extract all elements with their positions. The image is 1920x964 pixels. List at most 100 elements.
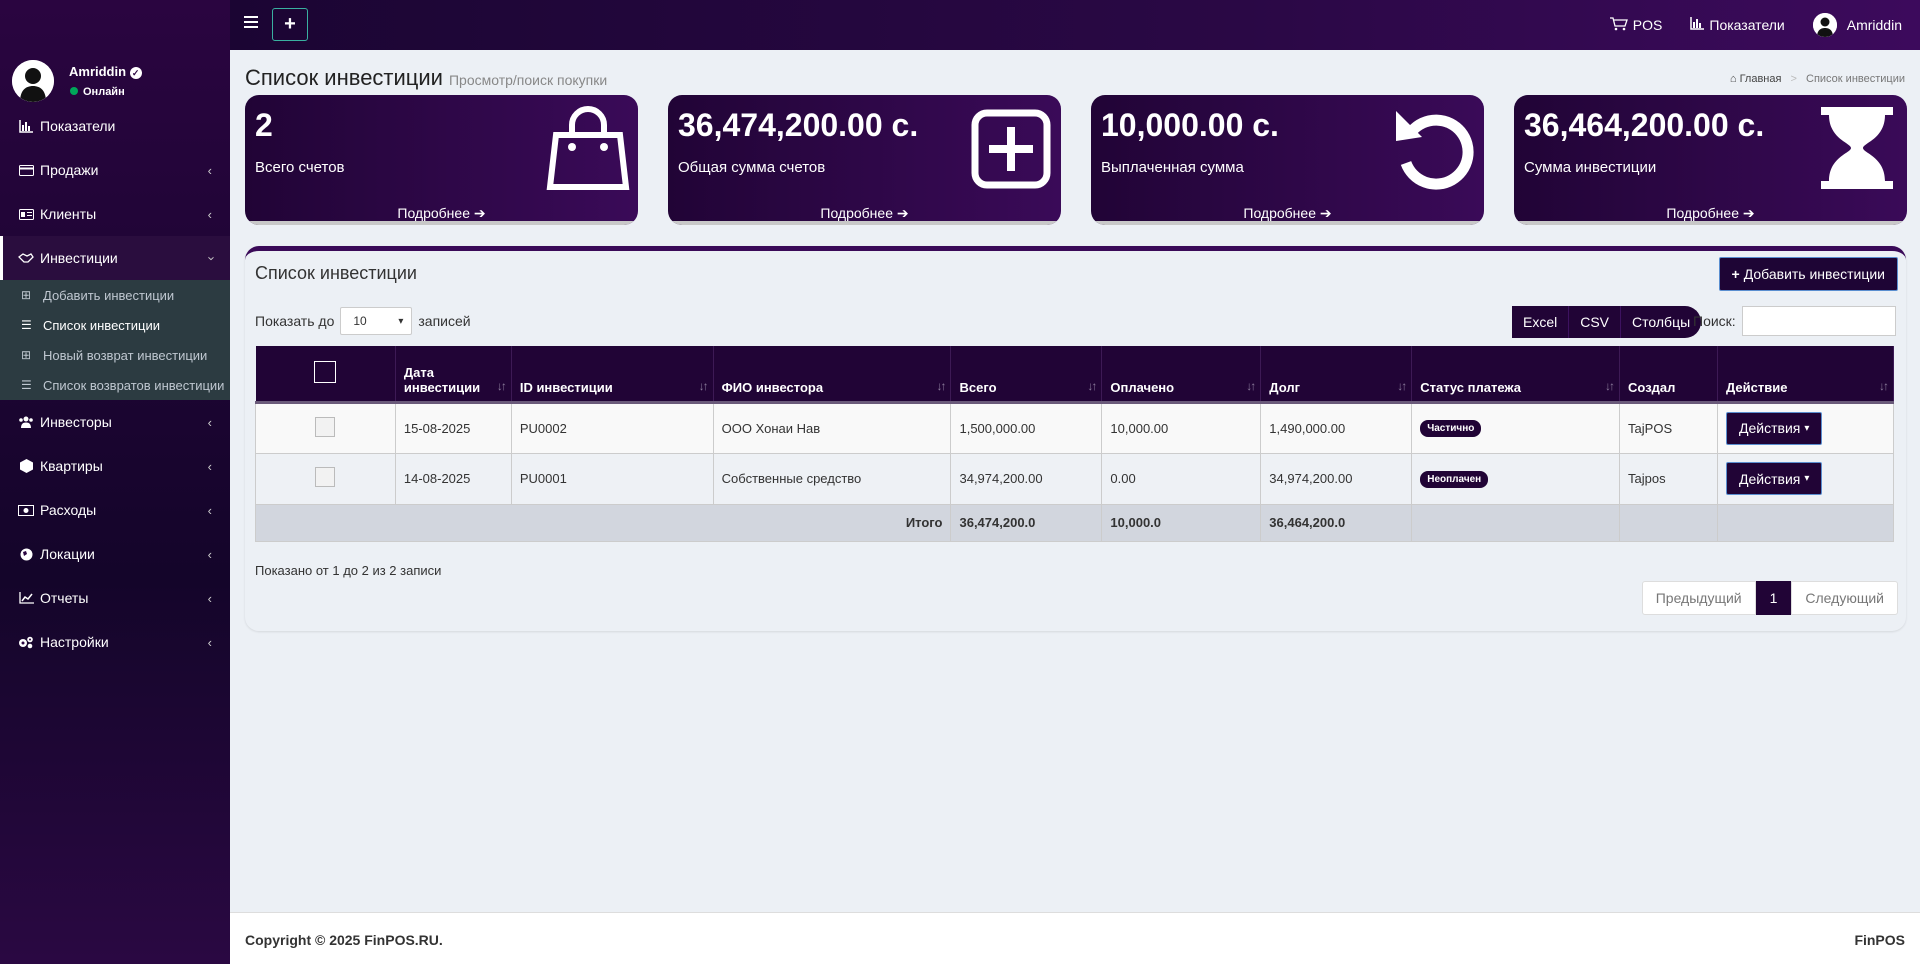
more-link[interactable]: Подробнее ➔ [1514,205,1907,222]
money-icon [18,502,34,518]
table-row[interactable]: 15-08-2025 PU0002 ООО Хонаи Нав 1,500,00… [255,402,1894,454]
sidebar-item-reports[interactable]: Отчеты ‹ [0,576,230,620]
col-action[interactable]: Действие ↓↑ [1717,346,1894,404]
col-id[interactable]: ID инвестиции ↓↑ [511,346,714,404]
breadcrumb-current: Список инвестиции [1806,73,1905,85]
more-link[interactable]: Подробнее ➔ [245,205,638,222]
footer-brand: FinPOS [1854,932,1905,948]
plus-square-icon: ⊞ [21,348,32,362]
sort-icon: ↓↑ [1879,378,1889,393]
sort-icon: ↓↑ [1087,378,1097,393]
pagination: Предыдущий 1 Следующий [1641,581,1898,615]
plus-icon: + [1731,266,1740,282]
page-subtitle: Просмотр/поиск покупки [448,72,608,88]
dashboard-link[interactable]: Показатели [1690,17,1785,33]
sidebar-subitem-investment-list[interactable]: ☰ Список инвестиции [0,310,230,340]
dashboard-icon: ⌂ [1729,73,1737,85]
sidebar-subitem-return-list[interactable]: ☰ Список возвратов инвестиции [0,370,230,400]
sidebar-item-dashboard[interactable]: Показатели [0,104,230,148]
col-creator: Создал [1619,346,1718,404]
table-row[interactable]: 14-08-2025 PU0001 Собственные средство 3… [255,453,1894,505]
more-link[interactable]: Подробнее ➔ [1091,205,1484,222]
chevron-left-icon: ‹ [207,634,212,650]
sort-icon: ↓↑ [698,378,709,393]
user-panel: Amriddin ✓ Онлайн [12,60,222,102]
undo-icon [1396,111,1474,190]
col-investor[interactable]: ФИО инвестора ↓↑ [713,346,952,404]
box-title: Список инвестиции [255,263,417,283]
more-link[interactable]: Подробнее ➔ [668,205,1061,222]
sidebar-item-expenses[interactable]: Расходы ‹ [0,488,230,532]
sidebar-menu: Показатели Продажи ‹ Клиенты ‹ Инвестици… [0,104,230,664]
col-status[interactable]: Статус платежа ↓↑ [1411,346,1621,404]
columns-button[interactable]: Столбцы [1621,306,1702,338]
line-chart-icon [18,590,34,606]
caret-down-icon: ▾ [1804,473,1810,484]
bar-chart-icon [1690,17,1705,33]
chevron-left-icon: ‹ [207,590,212,606]
stat-box-total: 36,474,200.00 с. Общая сумма счетов Подр… [668,95,1061,225]
sidebar-item-investors[interactable]: Инвесторы ‹ [0,400,230,444]
col-date[interactable]: Дата инвестиции ↓↑ [395,346,512,404]
sidebar-item-locations[interactable]: Локации ‹ [0,532,230,576]
row-checkbox[interactable] [315,467,336,487]
add-investment-button[interactable]: + Добавить инвестиции [1718,257,1898,291]
export-buttons: Excel CSV Столбцы [1512,306,1702,338]
page-title: Список инвестиции Просмотр/поиск покупки [245,65,608,90]
page-length-select[interactable]: 10 ▾ [340,307,413,335]
col-total[interactable]: Всего ↓↑ [950,346,1103,404]
sort-icon: ↓↑ [1246,378,1256,393]
handshake-icon [18,250,34,266]
page-1-button[interactable]: 1 [1755,581,1792,615]
excel-button[interactable]: Excel [1512,306,1570,338]
sidebar-item-settings[interactable]: Настройки ‹ [0,620,230,664]
chevron-left-icon: ‹ [207,458,212,474]
content: Список инвестиции Просмотр/поиск покупки … [230,50,1920,912]
plus-square-icon: ⊞ [21,288,32,302]
user-menu[interactable]: Amriddin [1812,13,1902,37]
cogs-icon [18,634,34,650]
chevron-left-icon: ‹ [207,502,212,518]
stats-row: 2 Всего счетов Подробнее ➔ 36,474,200.00… [245,95,1907,225]
sidebar-item-sales[interactable]: Продажи ‹ [0,148,230,192]
sort-icon: ↓↑ [1605,378,1615,393]
shopping-bag-icon [546,106,630,190]
col-paid[interactable]: Оплачено ↓↑ [1101,346,1262,404]
row-checkbox[interactable] [315,416,336,437]
search-input[interactable] [1741,306,1896,336]
page-length-control: Показать до 10 ▾ записей [255,307,471,335]
sort-icon: ↓↑ [1397,378,1407,393]
actions-button[interactable]: Действия ▾ [1726,462,1823,495]
sidebar-subitem-new-return[interactable]: ⊞ Новый возврат инвестиции [0,340,230,370]
select-all-checkbox[interactable] [314,360,337,383]
list-icon: ☰ [21,318,32,332]
topbar-right: POS Показатели Amriddin [1609,0,1920,50]
sidebar-item-apartments[interactable]: Квартиры ‹ [0,444,230,488]
arrow-circle-right-icon: ➔ [473,205,486,221]
pos-link[interactable]: POS [1609,16,1662,34]
arrow-circle-right-icon: ➔ [896,205,909,221]
next-page-button[interactable]: Следующий [1791,581,1898,615]
sidebar-item-clients[interactable]: Клиенты ‹ [0,192,230,236]
breadcrumb-home[interactable]: Главная [1740,73,1782,85]
status-badge: Частично [1420,420,1482,437]
quick-add-button[interactable]: + [272,8,308,41]
prev-page-button[interactable]: Предыдущий [1641,581,1756,615]
table-info: Показано от 1 до 2 из 2 записи [255,563,442,578]
investments-submenu: ⊞ Добавить инвестиции ☰ Список инвестиции … [0,280,230,400]
hamburger-menu-icon[interactable] [244,16,258,30]
sidebar-item-investments[interactable]: Инвестиции ‹ [0,236,230,280]
list-icon: ☰ [21,378,32,392]
select-all-header [255,346,396,404]
sort-icon: ↓↑ [496,378,507,393]
table-footer-row: Итого 36,474,200.0 10,000.0 36,464,200.0 [254,504,1894,542]
col-debt[interactable]: Долг ↓↑ [1260,346,1413,404]
chevron-left-icon: ‹ [207,414,212,430]
csv-button[interactable]: CSV [1569,306,1622,338]
page-footer: Copyright © 2025 FinPOS.RU. FinPOS [230,912,1920,964]
investment-table: Дата инвестиции ↓↑ ID инвестиции ↓↑ ФИО ин… [254,346,1894,542]
breadcrumb: ⌂ Главная > Список инвестиции [1729,73,1905,85]
sidebar-subitem-add-investment[interactable]: ⊞ Добавить инвестиции [0,280,230,310]
actions-button[interactable]: Действия ▾ [1726,411,1823,445]
arrow-circle-right-icon: ➔ [1319,205,1332,221]
